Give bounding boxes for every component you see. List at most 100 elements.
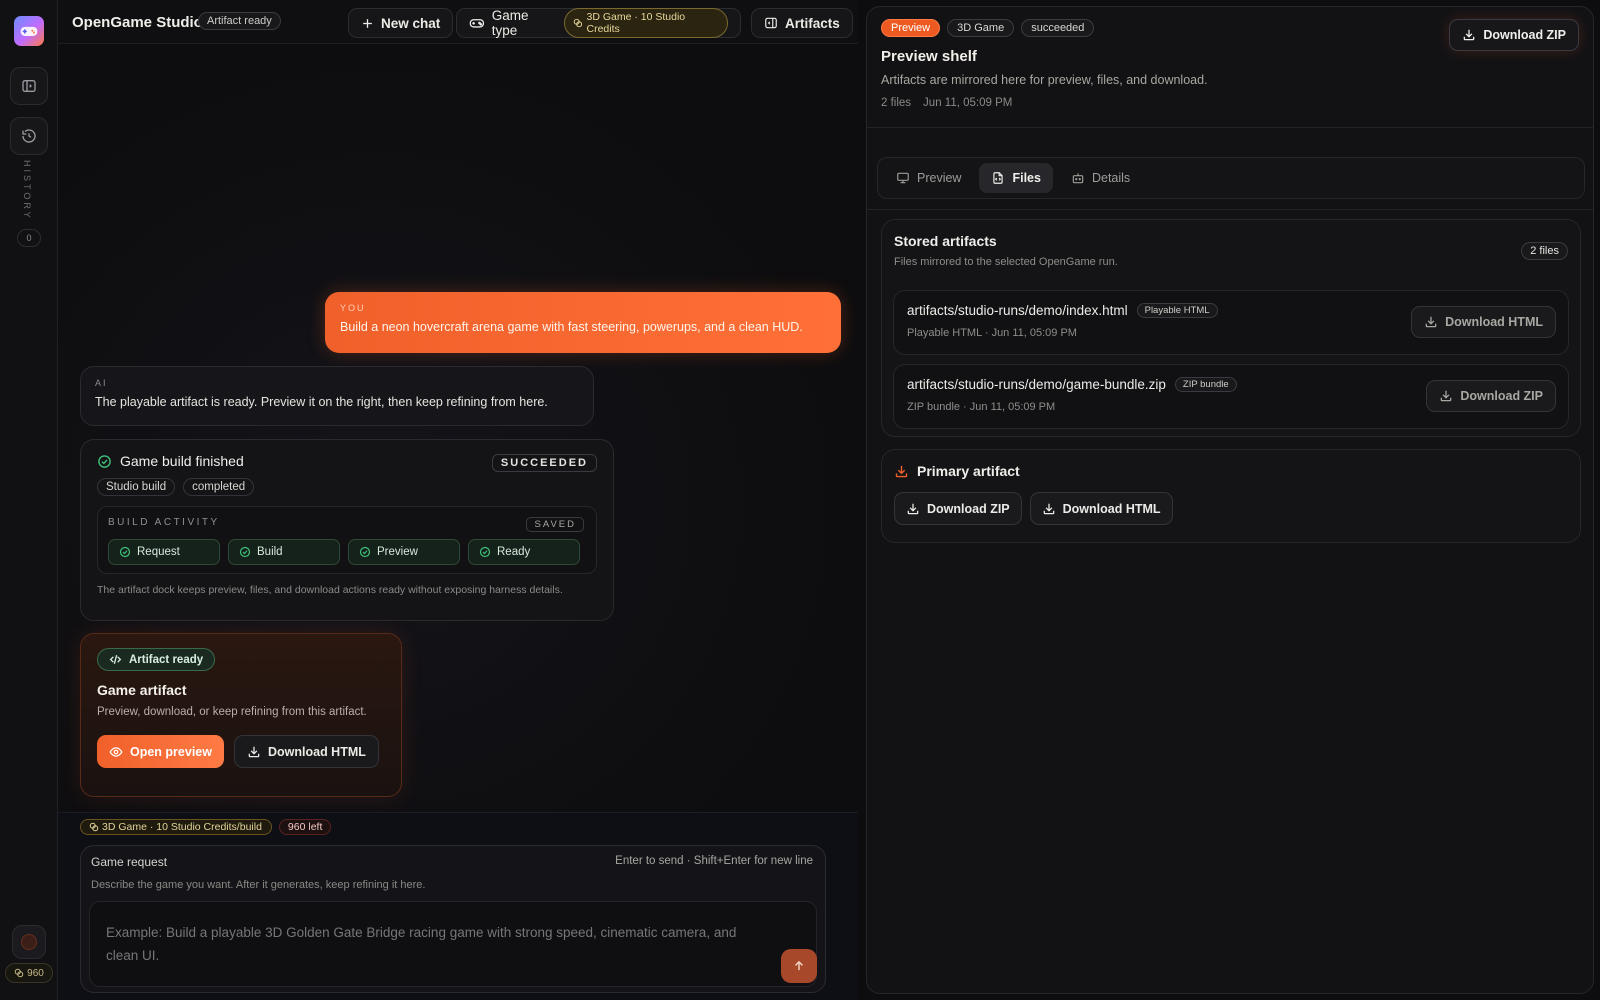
send-button[interactable]	[781, 949, 817, 983]
preview-shelf-panel: Preview 3D Game succeeded Preview shelf …	[866, 6, 1594, 994]
left-rail: HISTORY 0 960	[0, 0, 58, 1000]
check-circle-icon	[359, 546, 371, 558]
primary-artifact-title: Primary artifact	[917, 463, 1020, 479]
credits-left-chip: 960 left	[278, 819, 332, 835]
build-activity: BUILD ACTIVITY SAVED Request Build Previ…	[97, 506, 597, 574]
artifact-title: Game artifact	[97, 682, 187, 698]
user-message: YOU Build a neon hovercraft arena game w…	[325, 292, 841, 353]
coins-icon	[573, 18, 582, 28]
file-download-button[interactable]: Download HTML	[1411, 306, 1556, 338]
history-count: 0	[17, 229, 41, 247]
panel-description: Artifacts are mirrored here for preview,…	[881, 73, 1208, 87]
composer-hint: Enter to send · Shift+Enter for new line	[615, 855, 813, 867]
primary-download-html-label: Download HTML	[1062, 501, 1161, 516]
gamepad-icon	[20, 26, 38, 36]
game-request-input[interactable]: Example: Build a playable 3D Golden Gate…	[89, 901, 817, 987]
monitor-icon	[897, 172, 909, 184]
activity-step-label: Request	[137, 546, 180, 558]
panel-title: Preview shelf	[881, 48, 977, 65]
build-title: Game build finished	[120, 453, 244, 469]
stored-artifacts-card: Stored artifacts Files mirrored to the s…	[881, 219, 1581, 437]
tab-label: Preview	[917, 171, 962, 185]
history-label: HISTORY	[22, 160, 32, 221]
download-icon	[907, 503, 919, 514]
build-status-card: Game build finished SUCCEEDED Studio bui…	[80, 439, 614, 621]
download-icon	[895, 465, 908, 477]
toggle-sidebar-button[interactable]	[10, 67, 48, 105]
stored-artifacts-subtitle: Files mirrored to the selected OpenGame …	[894, 256, 1118, 268]
sidebar-toggle-icon	[22, 80, 36, 92]
artifacts-button[interactable]: Artifacts	[751, 8, 853, 38]
file-download-label: Download HTML	[1445, 315, 1543, 329]
artifact-ready-label: Artifact ready	[129, 653, 204, 666]
build-tag: Studio build	[97, 478, 176, 496]
avatar[interactable]	[12, 925, 46, 959]
game-type-button[interactable]: Game type 3D Game · 10 Studio Credits	[456, 8, 741, 38]
file-path: artifacts/studio-runs/demo/index.html	[907, 303, 1128, 318]
new-chat-label: New chat	[381, 15, 441, 31]
composer-area: 3D Game · 10 Studio Credits/build 960 le…	[58, 812, 858, 1000]
artifacts-label: Artifacts	[785, 15, 840, 31]
open-preview-button[interactable]: Open preview	[97, 735, 224, 768]
download-html-button[interactable]: Download HTML	[233, 735, 379, 768]
status-pill: Artifact ready	[198, 12, 281, 30]
build-activity-label: BUILD ACTIVITY	[108, 517, 220, 528]
build-tag: completed	[183, 478, 255, 496]
avatar-dot	[21, 934, 37, 950]
composer-subtitle: Describe the game you want. After it gen…	[91, 879, 426, 891]
file-row: artifacts/studio-runs/demo/game-bundle.z…	[893, 364, 1569, 429]
game-type-badge: 3D Game	[947, 19, 1015, 37]
arrow-up-icon	[795, 960, 803, 971]
primary-download-zip-label: Download ZIP	[927, 501, 1010, 516]
plus-icon	[363, 18, 372, 28]
build-footnote: The artifact dock keeps preview, files, …	[97, 584, 563, 596]
divider	[867, 127, 1593, 128]
download-icon	[1464, 29, 1475, 41]
tab-label: Files	[1012, 171, 1041, 185]
activity-step-build: Build	[228, 539, 340, 565]
primary-download-zip-button[interactable]: Download ZIP	[894, 492, 1022, 525]
file-download-label: Download ZIP	[1460, 389, 1543, 403]
user-message-text: Build a neon hovercraft arena game with …	[340, 320, 803, 334]
tab-preview[interactable]: Preview	[884, 163, 973, 193]
app-logo[interactable]	[14, 16, 44, 46]
activity-step-preview: Preview	[348, 539, 460, 565]
divider	[867, 209, 1593, 210]
tab-label: Details	[1091, 171, 1131, 185]
app-title: OpenGame Studio	[72, 14, 203, 31]
download-icon	[1441, 390, 1452, 402]
download-icon	[1043, 503, 1054, 514]
game-type-chip-text: 3D Game · 10 Studio Credits	[586, 11, 686, 35]
panel-tabs: Preview Files Details	[877, 157, 1585, 199]
activity-step-label: Build	[257, 546, 283, 558]
coins-icon	[89, 822, 99, 832]
stored-file-count: 2 files	[1521, 242, 1568, 260]
file-type-tag: Playable HTML	[1136, 303, 1218, 318]
download-zip-label: Download ZIP	[1483, 28, 1566, 42]
top-bar: OpenGame Studio Artifact ready New chat …	[58, 0, 858, 44]
tab-details[interactable]: Details	[1059, 163, 1142, 193]
status-badge: succeeded	[1021, 19, 1095, 37]
gamepad-icon	[469, 19, 485, 28]
user-message-author: YOU	[340, 303, 366, 313]
download-html-label: Download HTML	[267, 744, 366, 759]
tab-files[interactable]: Files	[979, 163, 1053, 193]
primary-artifact-card: Primary artifact Download ZIP Download H…	[881, 449, 1581, 543]
build-status-badge: SUCCEEDED	[491, 454, 597, 472]
download-zip-button[interactable]: Download ZIP	[1449, 19, 1579, 51]
check-circle-icon	[479, 546, 491, 558]
stored-artifacts-title: Stored artifacts	[894, 233, 997, 249]
credits-value: 960	[27, 967, 44, 979]
saved-badge: SAVED	[526, 517, 584, 532]
code-icon	[109, 655, 122, 664]
input-placeholder: Example: Build a playable 3D Golden Gate…	[106, 925, 737, 963]
file-download-button[interactable]: Download ZIP	[1426, 380, 1556, 412]
ai-message-author: AI	[95, 378, 108, 388]
history-button[interactable]	[10, 117, 48, 155]
game-type-label: Game type	[491, 8, 529, 38]
artifact-ready-chip: Artifact ready	[97, 648, 216, 671]
open-preview-label: Open preview	[130, 744, 212, 759]
primary-download-html-button[interactable]: Download HTML	[1029, 492, 1173, 525]
new-chat-button[interactable]: New chat	[348, 8, 454, 38]
panel-timestamp: Jun 11, 05:09 PM	[923, 97, 1013, 109]
